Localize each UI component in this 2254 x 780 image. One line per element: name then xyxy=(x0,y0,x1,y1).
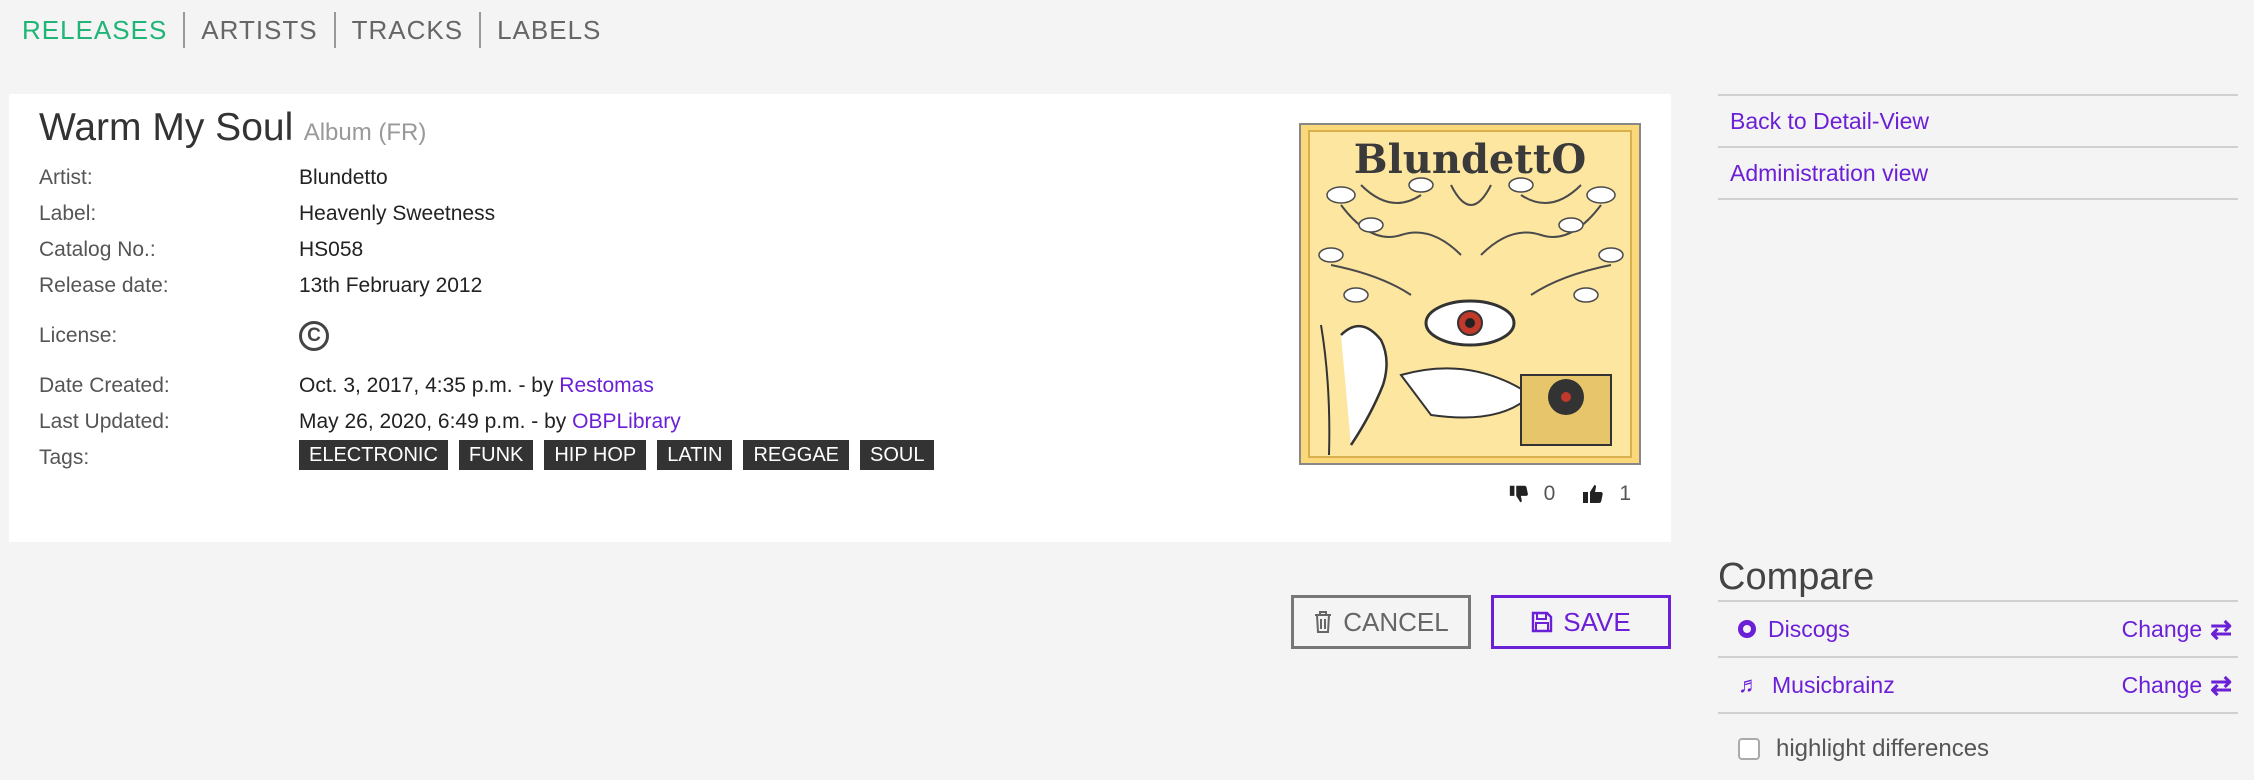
compare-musicbrainz: ♬ Musicbrainz Change ⇄ xyxy=(1718,658,2238,714)
music-note-icon: ♬ xyxy=(1738,672,1760,697)
compare-list: Discogs Change ⇄ ♬ Musicbrainz Change ⇄ xyxy=(1718,600,2238,714)
save-label: SAVE xyxy=(1563,606,1631,637)
discogs-icon xyxy=(1738,620,1756,638)
created-label: Date Created: xyxy=(39,374,170,397)
thumbs-down-icon xyxy=(1509,485,1528,503)
updated-label: Last Updated: xyxy=(39,410,170,433)
release-date-value: 13th February 2012 xyxy=(299,274,483,297)
tag[interactable]: SOUL xyxy=(860,440,935,470)
highlight-label: highlight differences xyxy=(1776,735,1990,762)
discogs-change-button[interactable]: Change ⇄ xyxy=(2122,614,2232,645)
artist-link[interactable]: Blundetto xyxy=(299,160,388,196)
cover-logo-text: BlundettO xyxy=(1354,136,1586,183)
copyright-icon: C xyxy=(299,321,329,351)
musicbrainz-change-label: Change xyxy=(2121,671,2203,698)
discogs-change-label: Change xyxy=(2121,615,2203,642)
tags-row: Tags: ELECTRONIC FUNK HIP HOP LATIN REGG… xyxy=(39,440,999,476)
updated-row: Last Updated: May 26, 2020, 6:49 p.m. - … xyxy=(39,404,999,440)
nav-releases[interactable]: RELEASES xyxy=(22,12,183,48)
discogs-link[interactable]: Discogs xyxy=(1738,616,1850,643)
created-by-link[interactable]: Restomas xyxy=(559,374,654,397)
discogs-label: Discogs xyxy=(1768,615,1850,642)
highlight-differences-toggle[interactable]: highlight differences xyxy=(1738,735,1989,763)
tag-list: ELECTRONIC FUNK HIP HOP LATIN REGGAE SOU… xyxy=(299,440,935,476)
artist-label: Artist: xyxy=(39,166,93,189)
thumbs-up-icon xyxy=(1583,485,1604,503)
created-date: Oct. 3, 2017, 4:35 p.m. - by xyxy=(299,374,560,397)
updated-date: May 26, 2020, 6:49 p.m. - by xyxy=(299,410,573,433)
catalog-row: Catalog No.: HS058 xyxy=(39,232,999,268)
musicbrainz-link[interactable]: ♬ Musicbrainz xyxy=(1738,672,1895,699)
trash-icon xyxy=(1315,611,1332,633)
created-row: Date Created: Oct. 3, 2017, 4:35 p.m. - … xyxy=(39,368,999,404)
tag[interactable]: ELECTRONIC xyxy=(299,440,448,470)
upvote-count: 1 xyxy=(1619,482,1631,505)
release-card: Warm My Soul Album (FR) Artist: Blundett… xyxy=(9,94,1671,542)
artist-row: Artist: Blundetto xyxy=(39,160,999,196)
back-to-detail-link[interactable]: Back to Detail-View xyxy=(1718,96,2238,148)
tag[interactable]: FUNK xyxy=(458,440,534,470)
downvote[interactable]: 0 xyxy=(1508,482,1556,506)
release-type: Album (FR) xyxy=(303,119,427,146)
musicbrainz-label: Musicbrainz xyxy=(1772,671,1895,698)
musicbrainz-change-button[interactable]: Change ⇄ xyxy=(2122,670,2232,701)
release-details: Artist: Blundetto Label: Heavenly Sweetn… xyxy=(39,160,999,476)
compare-heading: Compare xyxy=(1718,556,1875,598)
highlight-checkbox[interactable] xyxy=(1738,738,1760,760)
save-button[interactable]: SAVE xyxy=(1491,595,1671,649)
release-date-label: Release date: xyxy=(39,274,169,297)
release-title: Warm My Soul xyxy=(39,106,294,149)
compare-discogs: Discogs Change ⇄ xyxy=(1718,602,2238,658)
downvote-count: 0 xyxy=(1543,482,1556,505)
updated-by-link[interactable]: OBPLibrary xyxy=(572,410,681,433)
tag[interactable]: HIP HOP xyxy=(544,440,647,470)
label-row: Label: Heavenly Sweetness xyxy=(39,196,999,232)
administration-view-link[interactable]: Administration view xyxy=(1718,148,2238,200)
swap-icon: ⇄ xyxy=(2210,669,2232,700)
cancel-button[interactable]: CANCEL xyxy=(1291,595,1471,649)
cover-illustration: BlundettO xyxy=(1301,125,1639,463)
tag[interactable]: LATIN xyxy=(657,440,733,470)
nav-tracks[interactable]: TRACKS xyxy=(333,12,479,48)
vote-bar: 0 1 xyxy=(1508,482,1631,506)
floppy-disk-icon xyxy=(1532,611,1553,633)
tag[interactable]: REGGAE xyxy=(743,440,850,470)
nav-labels[interactable]: LABELS xyxy=(479,12,617,48)
catalog-value: HS058 xyxy=(299,238,364,261)
release-heading: Warm My Soul Album (FR) xyxy=(39,106,426,150)
catalog-label: Catalog No.: xyxy=(39,238,156,261)
license-label: License: xyxy=(39,324,118,347)
label-label: Label: xyxy=(39,202,97,225)
cancel-label: CANCEL xyxy=(1343,606,1449,637)
nav-artists[interactable]: ARTISTS xyxy=(183,12,333,48)
top-nav: RELEASES ARTISTS TRACKS LABELS xyxy=(22,10,617,50)
cover-art: BlundettO xyxy=(1299,123,1641,465)
updated-value: May 26, 2020, 6:49 p.m. - by OBPLibrary xyxy=(299,404,681,440)
upvote[interactable]: 1 xyxy=(1581,482,1631,506)
created-value: Oct. 3, 2017, 4:35 p.m. - by Restomas xyxy=(299,368,654,404)
license-value: C xyxy=(299,321,329,351)
license-row: License: C xyxy=(39,304,999,368)
tags-label: Tags: xyxy=(39,446,90,469)
swap-icon: ⇄ xyxy=(2210,613,2232,644)
sidebar-links: Back to Detail-View Administration view xyxy=(1718,94,2238,200)
release-date-row: Release date: 13th February 2012 xyxy=(39,268,999,304)
label-link[interactable]: Heavenly Sweetness xyxy=(299,196,495,232)
